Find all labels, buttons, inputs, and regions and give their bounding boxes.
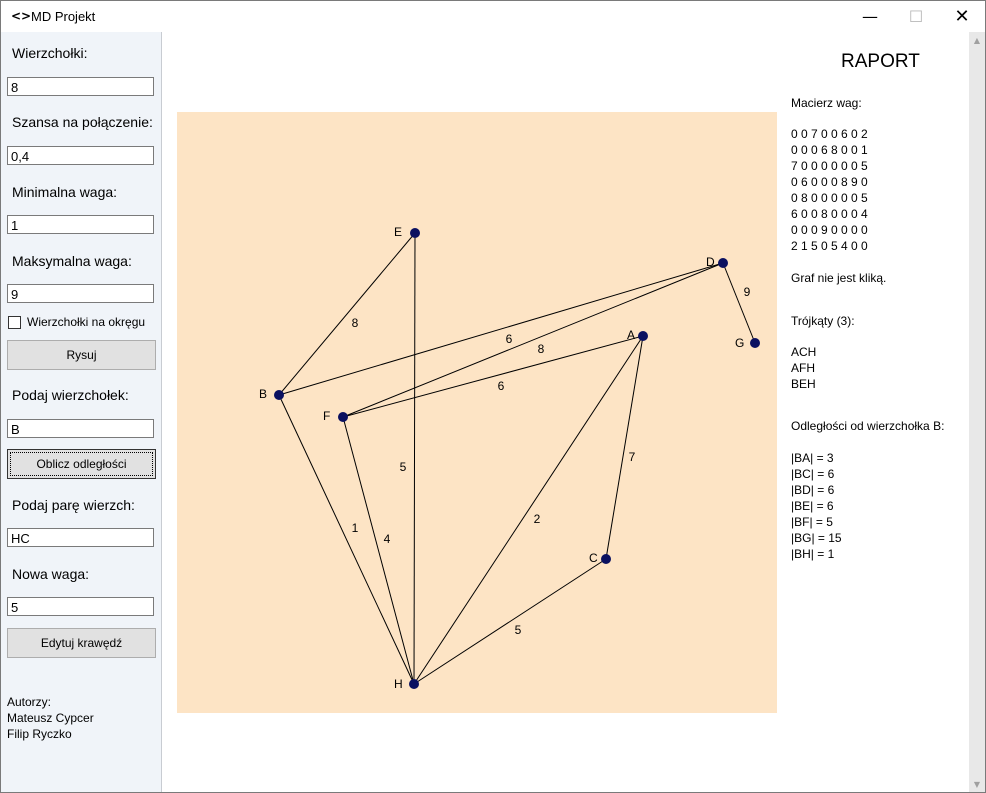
circle-checkbox-label: Wierzchołki na okręgu: [27, 315, 146, 329]
edge-FH: [342, 416, 415, 685]
vertex-label: F: [323, 409, 330, 423]
vertex-label: A: [627, 328, 635, 342]
title-bar: <> MD Projekt — ☐ ✕: [1, 1, 985, 31]
graph-drawing: 8 5 6 8 6 9 1 4 2 7 5 A B C D E F G H: [259, 225, 760, 691]
edge-DG: [722, 262, 756, 344]
distance-item: |BG| = 15: [791, 531, 842, 545]
pair-label: Podaj parę wierzch:: [12, 497, 135, 513]
chance-input[interactable]: 0,4: [7, 146, 154, 165]
matrix-row: 6 0 0 8 0 0 0 4: [791, 207, 868, 221]
code-icon: <>: [11, 9, 32, 23]
report-title: RAPORT: [841, 51, 920, 72]
author-name: Filip Ryczko: [7, 727, 72, 741]
edge-BE: [278, 232, 416, 396]
author-name: Mateusz Cypcer: [7, 711, 94, 725]
scrollbar-thumb[interactable]: [969, 32, 985, 792]
matrix-row: 0 0 0 6 8 0 0 1: [791, 143, 868, 157]
maximize-button[interactable]: ☐: [893, 1, 939, 31]
edge-weight-label: 8: [352, 316, 359, 330]
edge-weight-label: 2: [534, 512, 541, 526]
vertex-B[interactable]: [274, 390, 284, 400]
new-weight-label: Nowa waga:: [12, 566, 90, 582]
vertex-A[interactable]: [638, 331, 648, 341]
matrix-row: 0 8 0 0 0 0 0 5: [791, 191, 868, 205]
vertex-E[interactable]: [410, 228, 420, 238]
edge-CH: [413, 558, 607, 685]
max-weight-input[interactable]: 9: [7, 284, 154, 303]
minimize-button[interactable]: —: [847, 1, 893, 31]
vertex-label: D: [706, 255, 715, 269]
chance-label: Szansa na połączenie:: [12, 114, 153, 130]
circle-checkbox[interactable]: [8, 316, 21, 329]
edge-weight-label: 6: [498, 379, 505, 393]
edge-weight-label: 5: [400, 460, 407, 474]
edge-weight-label: 1: [352, 521, 359, 535]
scroll-down-icon[interactable]: ▼: [969, 776, 985, 792]
matrix-row: 0 6 0 0 0 8 9 0: [791, 175, 868, 189]
matrix-row: 0 0 0 9 0 0 0 0: [791, 223, 868, 237]
vertex-H[interactable]: [409, 679, 419, 689]
control-sidebar: Wierzchołki: 8 Szansa na połączenie: 0,4…: [1, 32, 162, 792]
triangles-label: Trójkąty (3):: [791, 314, 855, 328]
scroll-up-icon[interactable]: ▲: [969, 32, 985, 48]
matrix-row: 0 0 7 0 0 6 0 2: [791, 127, 868, 141]
vertex-D[interactable]: [718, 258, 728, 268]
edge-weight-label: 6: [506, 332, 513, 346]
distance-item: |BD| = 6: [791, 483, 835, 497]
edge-BH: [278, 394, 415, 685]
edge-BD: [278, 262, 724, 396]
vertex-F[interactable]: [338, 412, 348, 422]
matrix-row: 2 1 5 0 5 4 0 0: [791, 239, 868, 253]
edge-weight-label: 9: [744, 285, 751, 299]
close-button[interactable]: ✕: [939, 1, 985, 31]
edge-EH: [413, 232, 416, 685]
vertical-scrollbar[interactable]: ▲ ▼: [969, 32, 985, 792]
triangle-item: AFH: [791, 361, 815, 375]
distance-item: |BH| = 1: [791, 547, 835, 561]
pair-input[interactable]: HC: [7, 528, 154, 547]
vertex-C[interactable]: [601, 554, 611, 564]
distances-label: Odległości od wierzchołka B:: [791, 419, 945, 433]
vertex-label: B: [259, 387, 267, 401]
compute-distances-button[interactable]: Oblicz odległości: [7, 449, 156, 479]
max-weight-label: Maksymalna waga:: [12, 253, 132, 269]
vertex-input[interactable]: B: [7, 419, 154, 438]
distance-item: |BF| = 5: [791, 515, 833, 529]
vertex-label: G: [735, 336, 744, 350]
authors-label: Autorzy:: [7, 695, 52, 709]
vertex-label: H: [394, 677, 403, 691]
draw-button[interactable]: Rysuj: [7, 340, 156, 370]
vertex-prompt-label: Podaj wierzchołek:: [12, 387, 129, 403]
vertices-input[interactable]: 8: [7, 77, 154, 96]
triangle-item: BEH: [791, 377, 816, 391]
min-weight-input[interactable]: 1: [7, 215, 154, 234]
matrix-label: Macierz wag:: [791, 96, 862, 110]
edge-weight-label: 4: [384, 532, 391, 546]
vertex-G[interactable]: [750, 338, 760, 348]
distance-item: |BE| = 6: [791, 499, 834, 513]
matrix-row: 7 0 0 0 0 0 0 5: [791, 159, 868, 173]
clique-text: Graf nie jest kliką.: [791, 271, 887, 285]
edit-edge-button[interactable]: Edytuj krawędź: [7, 628, 156, 658]
vertex-label: E: [394, 225, 402, 239]
min-weight-label: Minimalna waga:: [12, 184, 118, 200]
edge-weight-label: 5: [515, 623, 522, 637]
edge-weight-label: 8: [538, 342, 545, 356]
distance-item: |BC| = 6: [791, 467, 835, 481]
edge-AC: [605, 335, 644, 560]
app-window: <> MD Projekt — ☐ ✕ Wierzchołki: 8 Szans…: [0, 0, 986, 793]
vertices-label: Wierzchołki:: [12, 45, 88, 61]
distance-item: |BA| = 3: [791, 451, 834, 465]
window-title: MD Projekt: [31, 9, 96, 24]
triangle-item: ACH: [791, 345, 817, 359]
edge-FD: [342, 262, 724, 418]
vertex-label: C: [589, 551, 598, 565]
new-weight-input[interactable]: 5: [7, 597, 154, 616]
edge-weight-label: 7: [629, 450, 636, 464]
